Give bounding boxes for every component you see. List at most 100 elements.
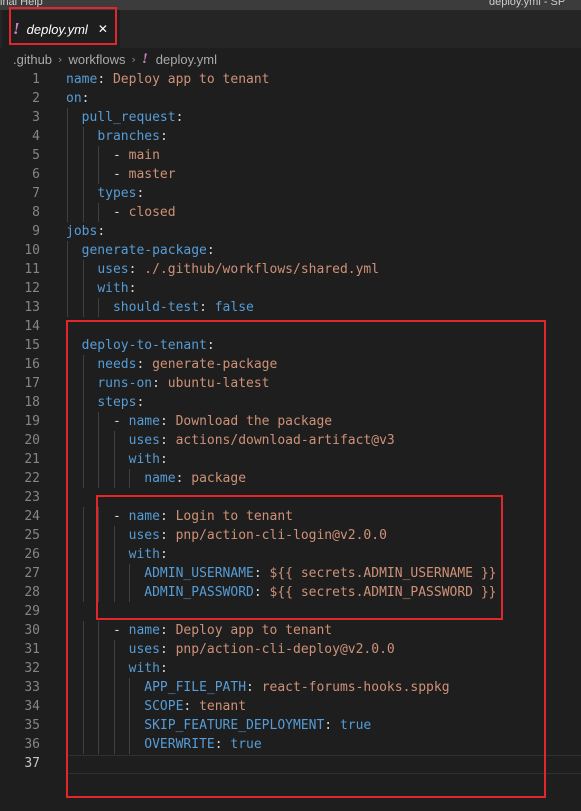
line-number: 16 [24, 357, 40, 372]
indent-guide [82, 127, 84, 146]
code-line[interactable]: 8 - closed [0, 203, 581, 222]
code-token: : [199, 300, 215, 315]
code-text: branches: [66, 127, 168, 146]
line-number: 34 [24, 699, 40, 714]
code-token: : [128, 262, 145, 277]
line-number: 26 [24, 547, 40, 562]
code-text: on: [66, 89, 89, 108]
indent-guide [82, 203, 84, 222]
line-number: 14 [24, 319, 40, 334]
line-number: 25 [24, 528, 40, 543]
code-line[interactable]: 4 branches: [0, 127, 581, 146]
code-line[interactable]: 10 generate-package: [0, 241, 581, 260]
code-token: generate-package [81, 243, 207, 258]
code-text: uses: ./.github/workflows/shared.yml [66, 260, 379, 279]
line-number: 24 [24, 509, 40, 524]
login-step-highlight-box [96, 495, 503, 620]
line-number: 1 [32, 72, 40, 87]
line-number: 28 [24, 585, 40, 600]
code-token: Deploy app to tenant [112, 72, 270, 87]
code-token: false [214, 300, 254, 315]
line-number: 9 [32, 224, 40, 239]
indent-guide [98, 203, 100, 222]
code-token: name [66, 72, 98, 87]
indent-guide [82, 279, 84, 298]
breadcrumb-item-file[interactable]: deploy.yml [156, 52, 217, 67]
window-title: deploy.yml - SP [489, 0, 566, 8]
code-token: : [159, 129, 168, 144]
indent-guide [82, 298, 84, 317]
line-number: 5 [32, 148, 40, 163]
indent-guide [82, 260, 84, 279]
line-number: 20 [24, 433, 40, 448]
breadcrumb: .github › workflows › ! deploy.yml [0, 48, 581, 70]
code-line[interactable]: 12 with: [0, 279, 581, 298]
indent-guide [98, 165, 100, 184]
chevron-right-icon: › [131, 52, 136, 66]
code-token: branches [97, 129, 160, 144]
code-token: master [128, 167, 176, 182]
line-number: 21 [24, 452, 40, 467]
code-token: : [97, 72, 113, 87]
indent-guide [67, 279, 68, 298]
indent-guide [67, 241, 68, 260]
code-text: generate-package: [66, 241, 215, 260]
code-token: closed [128, 205, 176, 220]
line-number: 27 [24, 566, 40, 581]
line-number: 37 [24, 756, 40, 771]
indent-guide [67, 260, 68, 279]
code-line[interactable]: 6 - master [0, 165, 581, 184]
line-number: 4 [32, 129, 40, 144]
code-token: pull_request [81, 110, 176, 125]
code-token: ./.github/workflows/shared.yml [144, 262, 380, 277]
indent-guide [67, 203, 68, 222]
code-token: main [128, 148, 160, 163]
code-token: : [81, 91, 90, 106]
line-number: 12 [24, 281, 40, 296]
indent-guide [82, 165, 84, 184]
code-line[interactable]: 13 should-test: false [0, 298, 581, 317]
code-line[interactable]: 3 pull_request: [0, 108, 581, 127]
line-number: 32 [24, 661, 40, 676]
indent-guide [82, 146, 84, 165]
indent-guide [67, 165, 68, 184]
code-line[interactable]: 9 jobs: [0, 222, 581, 241]
breadcrumb-item-github[interactable]: .github [13, 52, 52, 67]
breadcrumb-item-workflows[interactable]: workflows [68, 52, 125, 67]
line-number: 29 [24, 604, 40, 619]
line-number: 19 [24, 414, 40, 429]
code-token: : [128, 281, 137, 296]
code-token: uses [97, 262, 129, 277]
code-token: types [97, 186, 137, 201]
line-number: 33 [24, 680, 40, 695]
code-line[interactable]: 11 uses: ./.github/workflows/shared.yml [0, 260, 581, 279]
code-line[interactable]: 7 types: [0, 184, 581, 203]
chevron-right-icon: › [58, 52, 63, 66]
code-line[interactable]: 1 name: Deploy app to tenant [0, 70, 581, 89]
code-token: jobs [66, 224, 98, 239]
line-number: 7 [32, 186, 40, 201]
code-token: : [175, 110, 184, 125]
indent-guide [67, 108, 68, 127]
line-number: 11 [24, 262, 40, 277]
line-number: 22 [24, 471, 40, 486]
indent-guide [67, 298, 68, 317]
code-text: pull_request: [66, 108, 184, 127]
line-number: 13 [24, 300, 40, 315]
code-line[interactable]: 2 on: [0, 89, 581, 108]
line-number: 10 [24, 243, 40, 258]
code-line[interactable]: 5 - main [0, 146, 581, 165]
indent-guide [67, 184, 68, 203]
code-text: with: [66, 279, 136, 298]
line-number: 15 [24, 338, 40, 353]
line-number: 8 [32, 205, 40, 220]
code-token: : [206, 243, 215, 258]
indent-guide [67, 127, 68, 146]
line-number: 36 [24, 737, 40, 752]
code-text: jobs: [66, 222, 105, 241]
code-text: name: Deploy app to tenant [66, 70, 270, 89]
line-number: 31 [24, 642, 40, 657]
line-number: 18 [24, 395, 40, 410]
